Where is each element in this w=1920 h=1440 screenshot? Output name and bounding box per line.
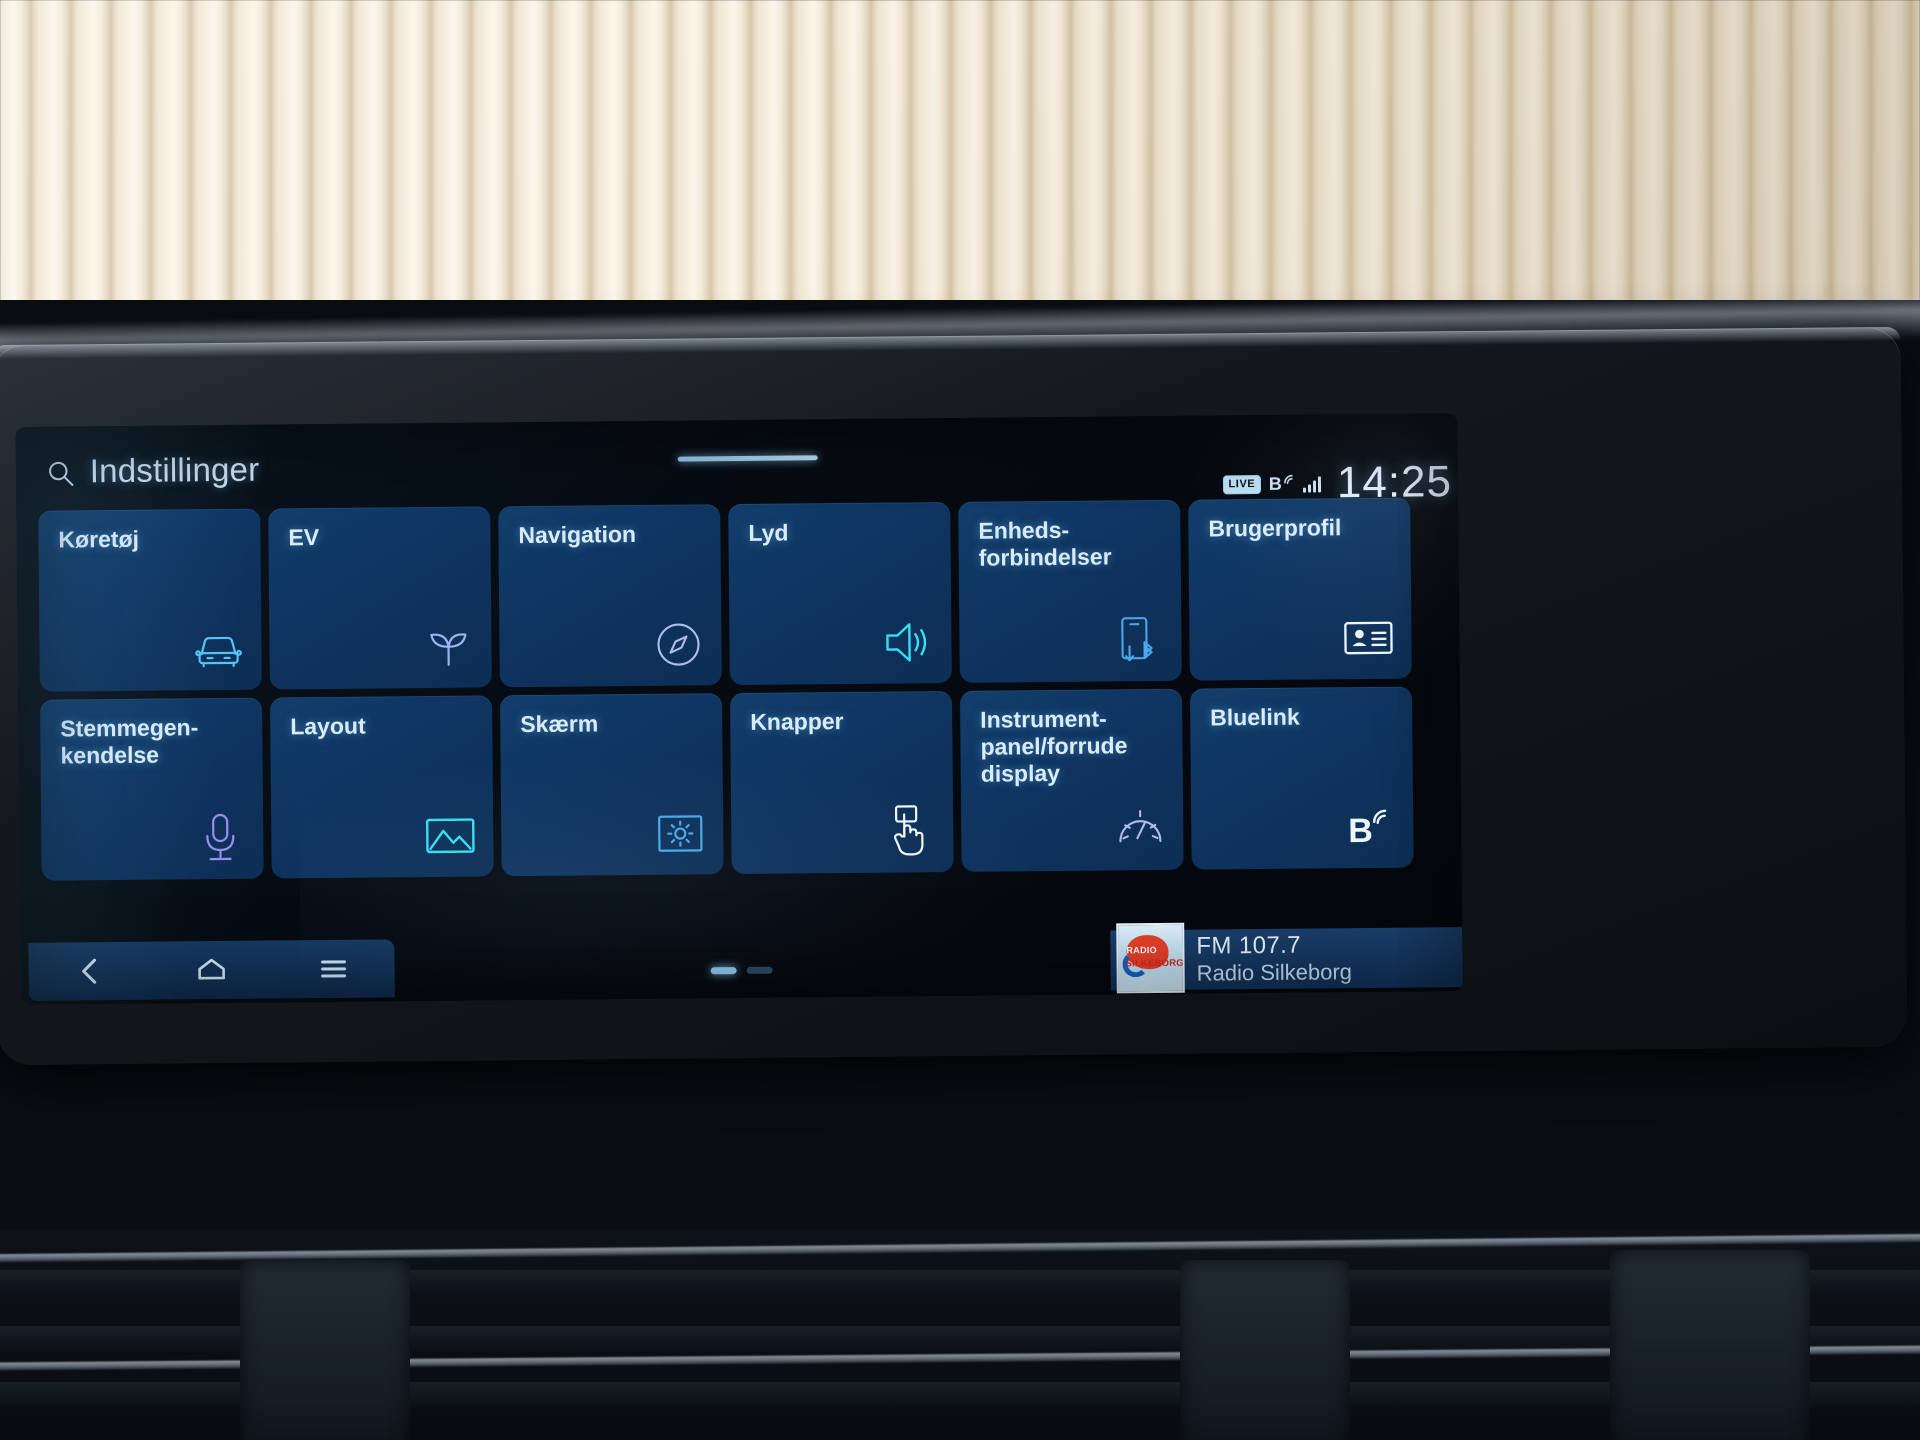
settings-tile-brugerprofil[interactable]: Brugerprofil [1188, 497, 1412, 681]
live-badge: LIVE [1222, 474, 1261, 494]
tile-label: EV [288, 524, 320, 551]
brightness-screen-icon [653, 806, 708, 861]
radio-frequency: FM 107.7 [1196, 931, 1302, 960]
back-chevron-icon[interactable] [59, 949, 119, 994]
settings-tile-ev[interactable]: EV [268, 506, 492, 690]
settings-tile-koretoj[interactable]: Køretøj [38, 508, 262, 692]
vent-control-lever [1180, 1260, 1350, 1440]
drag-handle[interactable] [677, 455, 818, 462]
page-indicator [710, 966, 773, 975]
settings-tile-layout[interactable]: Layout [269, 695, 494, 879]
search-icon[interactable] [46, 458, 76, 488]
settings-tile-grid: Køretøj EV Navigation Lyd Enheds- forbin… [38, 497, 1414, 881]
svg-text:B: B [1348, 812, 1373, 850]
settings-tile-skaerm[interactable]: Skærm [499, 693, 724, 877]
radio-station-name: Radio Silkeborg [1196, 959, 1353, 986]
id-card-icon [1341, 611, 1396, 666]
page-title: Indstillinger [89, 450, 260, 490]
settings-screen-ui: Indstillinger LIVE B 14:25 Køretøj EV Na… [15, 413, 1463, 1005]
bluelink-letter: B [1268, 473, 1282, 494]
tile-label: Navigation [518, 520, 637, 549]
settings-tile-knapper[interactable]: Knapper [729, 690, 954, 875]
home-icon[interactable] [181, 948, 241, 993]
phone-bluetooth-usb-icon [1111, 613, 1166, 668]
compass-icon [651, 617, 706, 672]
tile-label: Skærm [520, 710, 599, 738]
infotainment-bezel: Indstillinger LIVE B 14:25 Køretøj EV Na… [0, 326, 1908, 1066]
logo-silkeborg-text: SILKEBORG [1125, 957, 1184, 970]
tile-label: Instrument- panel/forrude display [980, 705, 1128, 787]
logo-radio-text: RADIO [1126, 945, 1157, 956]
signal-bars-icon [1302, 474, 1321, 493]
settings-tile-instrumentpanel[interactable]: Instrument- panel/forrude display [959, 688, 1184, 872]
infotainment-screen: Indstillinger LIVE B 14:25 Køretøj EV Na… [15, 413, 1463, 1005]
tile-label: Stemmegen- kendelse [60, 714, 199, 769]
tile-label: Bluelink [1210, 703, 1300, 731]
tile-label: Lyd [748, 519, 789, 546]
hand-tap-icon [883, 804, 938, 859]
settings-tile-lyd[interactable]: Lyd [728, 501, 952, 686]
wall-shading-overlay [0, 0, 1920, 340]
tile-label: Enheds- forbindelser [978, 516, 1112, 571]
settings-tile-bluelink[interactable]: Bluelink B [1189, 686, 1414, 870]
image-picture-icon [423, 809, 478, 864]
tile-label: Knapper [750, 708, 844, 735]
settings-tile-navigation[interactable]: Navigation [498, 504, 722, 688]
settings-tile-enhedsforbindelser[interactable]: Enheds- forbindelser [958, 499, 1182, 683]
vent-control-lever [240, 1260, 410, 1440]
settings-tile-stemmegenkendelse[interactable]: Stemmegen- kendelse [39, 697, 264, 881]
gauge-speedometer-icon [1113, 802, 1168, 857]
page-dot-active[interactable] [710, 967, 737, 975]
microphone-icon [193, 811, 248, 866]
tile-label: Brugerprofil [1208, 514, 1342, 542]
bottom-navigation-bar [28, 939, 395, 1001]
leaf-sprout-icon [421, 620, 476, 675]
bluelink-b-icon: B [1343, 800, 1398, 855]
radio-text-block: FM 107.7 Radio Silkeborg [1196, 930, 1352, 988]
speaker-volume-icon [881, 615, 936, 670]
hamburger-menu-icon[interactable] [303, 947, 363, 992]
radio-station-logo: RADIO SILKEBORG [1116, 922, 1185, 994]
now-playing-radio-widget[interactable]: RADIO SILKEBORG FM 107.7 Radio Silkeborg [1110, 922, 1463, 994]
bluelink-status-icon: B [1269, 473, 1295, 495]
page-dot-inactive[interactable] [746, 966, 773, 974]
center-console-panel [1610, 1250, 1810, 1440]
dashboard-vents [0, 1230, 1920, 1440]
car-front-icon [191, 622, 246, 677]
tile-label: Køretøj [58, 525, 140, 553]
tile-label: Layout [290, 712, 366, 740]
